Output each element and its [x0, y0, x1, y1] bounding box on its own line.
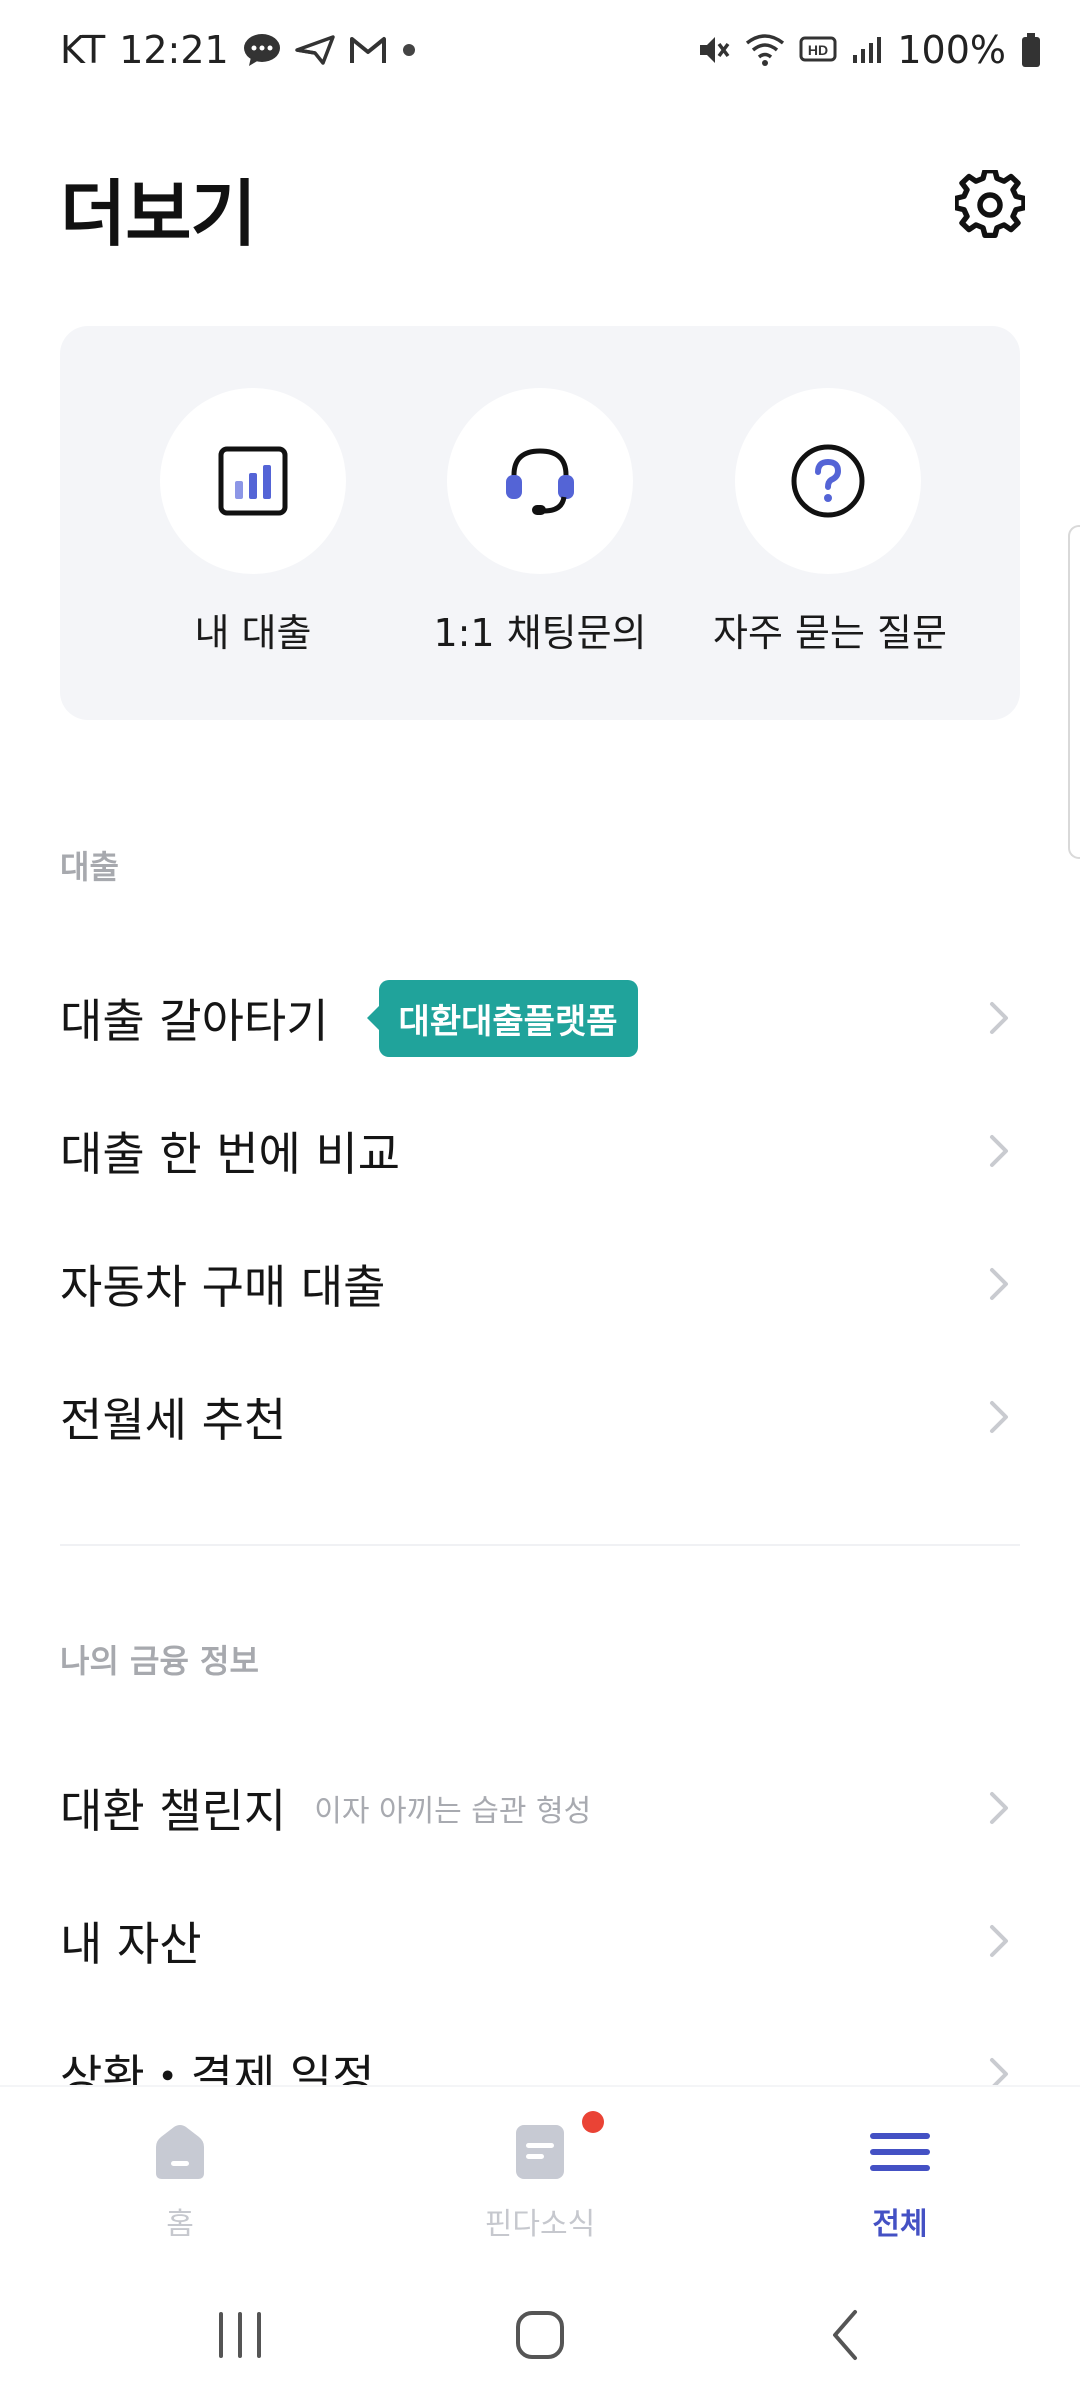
my-loan-icon-circle — [160, 388, 346, 574]
hd-voice-icon: HD — [799, 35, 837, 65]
nav-label: 전체 — [872, 2207, 928, 2242]
loan-section-heading: 대출 — [60, 848, 119, 886]
menu-icon — [870, 2133, 930, 2171]
recent-apps-button[interactable] — [200, 2300, 280, 2370]
nav-label: 홈 — [166, 2207, 194, 2242]
wifi-icon — [745, 33, 785, 67]
recent-apps-icon — [219, 2312, 261, 2358]
menu-item-label: 대출 한 번에 비교 — [60, 1127, 401, 1181]
chevron-right-icon — [990, 1925, 1008, 1957]
chat-inquiry-label: 1:1 채팅문의 — [433, 611, 647, 655]
back-icon — [833, 2310, 857, 2360]
menu-item-loan-switch[interactable]: 대출 갈아타기 대환대출플랫폼 — [60, 963, 1020, 1073]
edge-panel-handle[interactable] — [1068, 525, 1080, 859]
badge-label: 대환대출플랫폼 — [378, 979, 638, 1057]
notification-dot — [582, 2111, 604, 2133]
nav-tab-all[interactable]: 전체 — [800, 2123, 1000, 2243]
mute-icon — [697, 33, 731, 67]
my-loan-shortcut[interactable]: 내 대출 — [138, 388, 368, 657]
gmail-notification-icon — [349, 35, 387, 65]
menu-item-label: 전월세 추천 — [60, 1393, 287, 1447]
menu-item-my-assets[interactable]: 내 자산 — [60, 1886, 1020, 1996]
nav-tab-home[interactable]: 홈 — [80, 2123, 280, 2243]
bar-chart-icon — [218, 446, 288, 516]
my-loan-label: 내 대출 — [194, 611, 312, 655]
battery-percent: 100% — [897, 28, 1006, 72]
back-button[interactable] — [805, 2300, 885, 2370]
system-navigation-bar — [0, 2260, 1080, 2400]
home-button[interactable] — [500, 2300, 580, 2370]
more-notifications-dot-icon — [401, 42, 417, 58]
status-right: HD 100% — [697, 28, 1042, 72]
badge-pointer — [366, 1006, 379, 1030]
nav-label: 핀다소식 — [484, 2207, 596, 2242]
send-notification-icon — [294, 35, 335, 65]
chat-notification-icon — [243, 33, 281, 67]
home-icon — [156, 2125, 204, 2179]
menu-item-refinance-challenge[interactable]: 대환 챌린지 이자 아끼는 습관 형성 — [60, 1753, 1020, 1863]
menu-item-label: 내 자산 — [60, 1917, 202, 1971]
clock: 12:21 — [119, 28, 229, 72]
question-icon — [791, 444, 865, 518]
faq-label: 자주 묻는 질문 — [713, 611, 947, 655]
menu-item-car-loan[interactable]: 자동차 구매 대출 — [60, 1229, 1020, 1339]
chevron-right-icon — [990, 1268, 1008, 1300]
status-bar: KT 12:21 HD 100% — [0, 0, 1080, 100]
signal-icon — [851, 35, 883, 65]
faq-shortcut[interactable]: 자주 묻는 질문 — [713, 388, 947, 657]
svg-text:HD: HD — [808, 42, 828, 58]
chevron-right-icon — [990, 1401, 1008, 1433]
news-icon — [516, 2125, 564, 2179]
carrier-label: KT — [60, 28, 106, 72]
platform-badge: 대환대출플랫폼 — [366, 979, 638, 1057]
finance-section-heading: 나의 금융 정보 — [60, 1642, 259, 1680]
menu-item-loan-compare[interactable]: 대출 한 번에 비교 — [60, 1096, 1020, 1206]
chevron-right-icon — [990, 1792, 1008, 1824]
settings-button[interactable] — [953, 168, 1027, 240]
menu-item-sublabel: 이자 아끼는 습관 형성 — [314, 1794, 592, 1829]
headset-icon — [506, 448, 574, 515]
status-left: KT 12:21 — [60, 28, 417, 72]
chat-inquiry-shortcut[interactable]: 1:1 채팅문의 — [425, 388, 655, 657]
bottom-navigation: 홈 핀다소식 전체 — [0, 2085, 1080, 2262]
gear-icon — [953, 168, 1027, 238]
nav-tab-news[interactable]: 핀다소식 — [440, 2111, 640, 2243]
menu-item-label: 자동차 구매 대출 — [60, 1260, 386, 1314]
page-title: 더보기 — [60, 172, 257, 256]
menu-item-label: 대환 챌린지 — [60, 1784, 287, 1838]
menu-item-rent-recommend[interactable]: 전월세 추천 — [60, 1362, 1020, 1472]
faq-icon-circle — [735, 388, 921, 574]
section-divider — [60, 1544, 1020, 1546]
chat-inquiry-icon-circle — [447, 388, 633, 574]
chevron-right-icon — [990, 1002, 1008, 1034]
menu-item-label: 대출 갈아타기 — [60, 994, 329, 1048]
chevron-right-icon — [990, 1135, 1008, 1167]
quick-actions-card: 내 대출 1:1 채팅문의 자주 묻는 질문 — [60, 326, 1020, 720]
battery-icon — [1020, 32, 1042, 68]
home-circle-icon — [516, 2311, 564, 2359]
